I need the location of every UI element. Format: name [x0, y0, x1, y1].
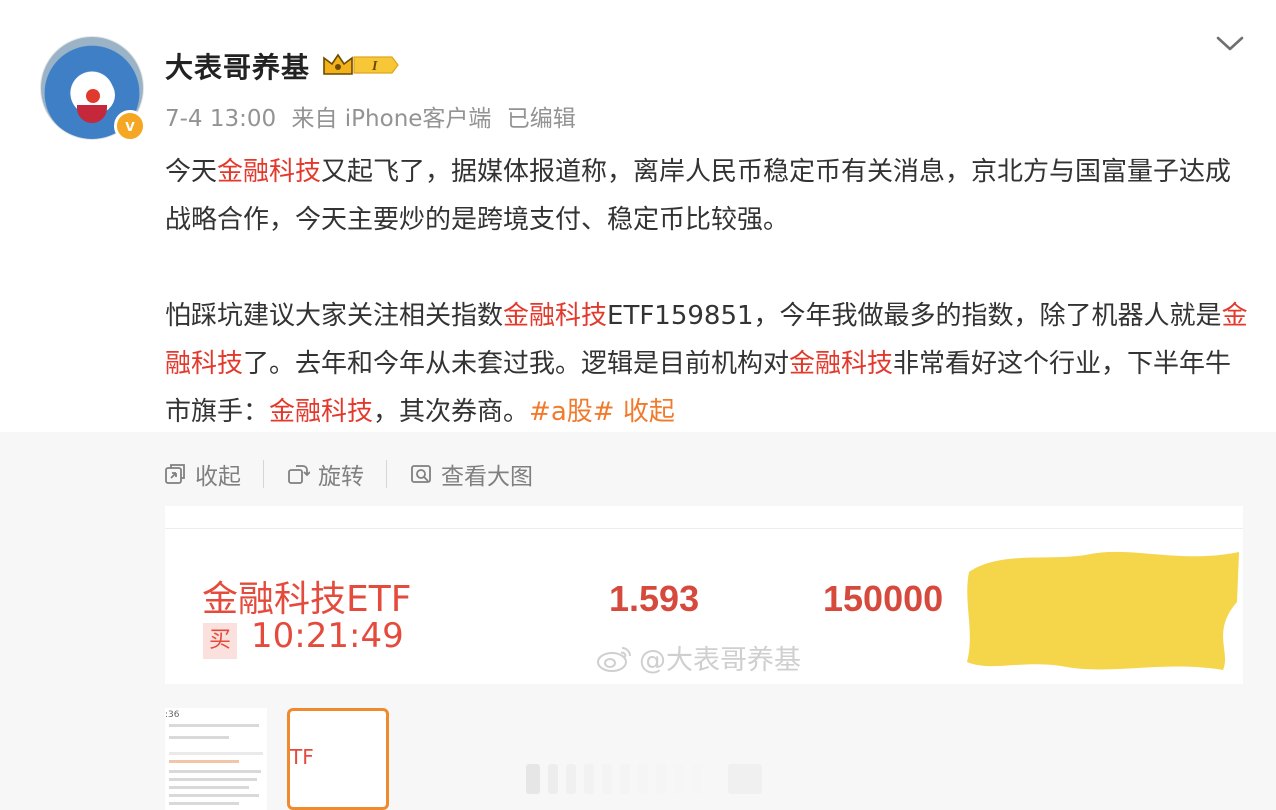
thumbnail-1[interactable]: :36: [165, 708, 267, 810]
trade-price: 1.593: [609, 578, 700, 619]
trade-quantity: 150000: [823, 578, 944, 619]
view-large-image-label: 查看大图: [441, 464, 533, 490]
buy-tag: 买: [203, 623, 237, 659]
collapse-image-button[interactable]: 收起: [163, 457, 241, 491]
image-toolbar: 收起 旋转 查看大图: [163, 457, 533, 491]
post-source: 来自 iPhone客户端: [291, 106, 492, 132]
scroll-indicator: [526, 764, 762, 794]
trade-time: 10:21:49: [251, 616, 404, 656]
vip-rank-badge-icon[interactable]: I: [322, 52, 400, 78]
collapse-text-link[interactable]: 收起: [623, 397, 675, 427]
post-date[interactable]: 7-4 13:00: [165, 106, 276, 132]
toolbar-divider: [263, 460, 264, 488]
post-edited-label: 已编辑: [506, 106, 576, 132]
post-paragraph-1: 今天金融科技又起飞了，据媒体报道称，离岸人民币稳定币有关消息，京北方与国富量子达…: [165, 148, 1255, 244]
highlighted-keyword[interactable]: 金融科技: [789, 349, 893, 379]
collapse-icon: [165, 464, 185, 484]
toolbar-divider: [386, 460, 387, 488]
post-body: 今天金融科技又起飞了，据媒体报道称，离岸人民币稳定币有关消息，京北方与国富量子达…: [165, 148, 1255, 436]
redaction-scribble: [967, 551, 1239, 670]
weibo-logo-icon: [597, 646, 631, 672]
verified-v-icon: v: [114, 110, 146, 142]
post-text-run: ，其次券商。: [373, 397, 530, 427]
thumbnail-2-label: TF: [290, 745, 314, 769]
watermark-text: @大表哥养基: [639, 645, 801, 676]
post-text-run: 又起飞了，据媒体报道称，离岸人民币稳定币有关消息，京北方与国富量子达成战略合作，…: [165, 157, 1232, 235]
collapse-image-label: 收起: [195, 464, 241, 490]
avatar-mouth: [77, 105, 107, 123]
post-meta: 7-4 13:00 来自 iPhone客户端 已编辑: [165, 99, 584, 133]
author-name[interactable]: 大表哥养基: [165, 46, 310, 86]
hashtag-link[interactable]: #a股#: [529, 397, 615, 427]
trade-screenshot-image[interactable]: 金融科技ETF 买 10:21:49 1.593 150000 @大表哥养基: [165, 506, 1243, 684]
weibo-post-card: v 大表哥养基 I 7-4 13:00 来自 iPhone客户端 已编辑 今天金…: [0, 0, 1276, 810]
thumbnail-2[interactable]: TF: [287, 708, 389, 810]
post-text-run: 了。去年和今年从未套过我。逻辑是目前机构对: [243, 349, 790, 379]
rank-badge-label: I: [371, 59, 378, 74]
chevron-down-icon[interactable]: [1212, 28, 1248, 58]
view-large-image-button[interactable]: 查看大图: [409, 457, 533, 491]
image-watermark: @大表哥养基: [595, 638, 801, 677]
rotate-image-button[interactable]: 旋转: [286, 457, 364, 491]
thumbnail-1-label: :36: [165, 710, 180, 720]
highlighted-keyword[interactable]: 金融科技: [269, 397, 373, 427]
post-text-run: 怕踩坑建议大家关注相关指数: [165, 301, 504, 331]
highlighted-keyword[interactable]: 金融科技: [217, 157, 321, 187]
image-divider-line: [165, 528, 1243, 529]
rotate-icon: [288, 465, 310, 484]
view-large-icon: [411, 465, 431, 483]
highlighted-keyword[interactable]: 金融科技: [503, 301, 607, 331]
post-text-run: 今天: [165, 157, 218, 187]
post-text-run: ETF159851，今年我做最多的指数，除了机器人就是: [607, 301, 1222, 331]
avatar-nose: [86, 89, 100, 103]
rotate-image-label: 旋转: [318, 464, 364, 490]
thumbnail-strip: :36 TF: [165, 708, 409, 810]
fund-name: 金融科技ETF: [202, 579, 412, 620]
post-paragraph-2: 怕踩坑建议大家关注相关指数金融科技ETF159851，今年我做最多的指数，除了机…: [165, 292, 1255, 436]
